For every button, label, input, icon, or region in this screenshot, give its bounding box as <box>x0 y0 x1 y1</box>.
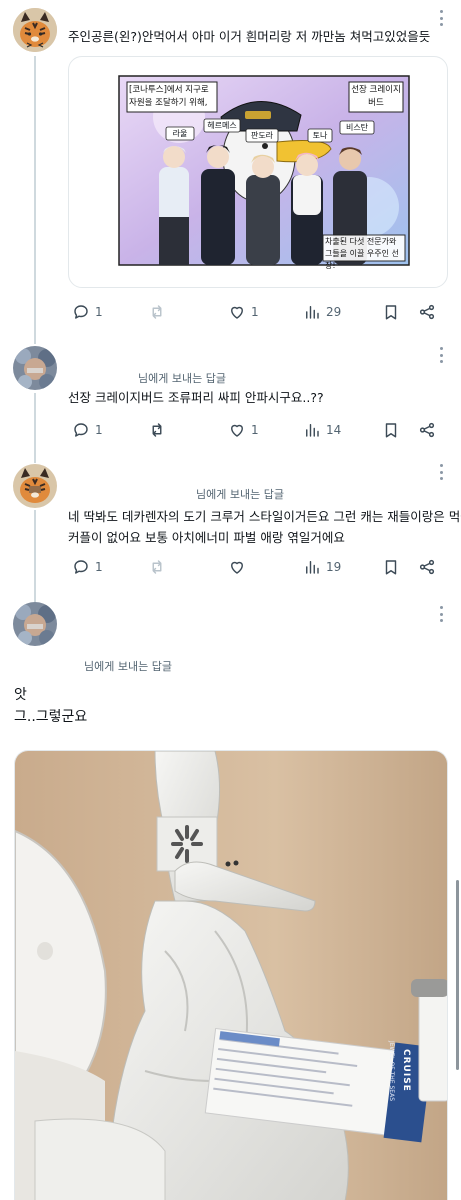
thread-line-1 <box>34 56 36 344</box>
tweet-actions: 1 19 <box>68 557 447 577</box>
reply-button[interactable]: 1 <box>72 302 103 322</box>
tweet-actions: 1 1 29 <box>68 302 447 322</box>
retweet-button[interactable] <box>148 302 166 322</box>
like-icon <box>231 306 243 319</box>
comic-caption-top: [코나투스]에서 지구로 자원을 조달하기 위해, <box>129 85 209 108</box>
brochure-title: CRUISE <box>401 1049 411 1092</box>
reply-count: 1 <box>95 560 103 574</box>
comic-name-0: 라울 <box>172 129 188 138</box>
views-icon <box>306 561 319 574</box>
like-count: 1 <box>251 305 259 319</box>
views-button[interactable]: 14 <box>303 420 341 440</box>
like-button[interactable]: 1 <box>228 420 259 440</box>
share-icon <box>419 559 435 575</box>
avatar-blurred[interactable] <box>13 602 57 646</box>
thread-line-3 <box>34 510 36 602</box>
views-count: 19 <box>326 560 342 574</box>
tweet-text-line-2: 커플이 없어요 보통 아치에너미 파벌 애랑 엮일거에요 <box>68 530 345 545</box>
bookmark-button[interactable] <box>382 302 400 322</box>
replying-to-label[interactable]: 님에게 보내는 답글 <box>84 658 172 674</box>
brochure-subtitle: JEWEL OF THE SEAS <box>388 1041 395 1102</box>
reply-count: 1 <box>95 305 103 319</box>
retweet-icon <box>152 560 162 574</box>
comic-caption-bottom: 차출된 다섯 전문가와 그들을 이끌 우주인 선장! <box>325 237 399 270</box>
share-icon <box>419 422 435 438</box>
bookmark-button[interactable] <box>382 420 400 440</box>
tiger-avatar-icon <box>13 464 57 508</box>
towel-photo[interactable]: CRUISE JEWEL OF THE SEAS <box>14 750 448 1200</box>
tweet-text: 주인공른(왼?)안먹어서 아마 이거 흰머리랑 저 까만놈 쳐먹고있었을듯 <box>68 29 431 44</box>
share-button[interactable] <box>418 557 436 577</box>
share-button[interactable] <box>418 420 436 440</box>
tweet-text: 선장 크레이지버드 조류퍼리 싸피 안파시구요..?? <box>68 390 324 405</box>
tweet-text-line-2: 그..그렇군요 <box>14 709 88 725</box>
replying-to-label[interactable]: 님에게 보내는 답글 <box>196 486 284 502</box>
more-icon[interactable] <box>439 464 443 480</box>
tweet-text-line-1: 네 딱봐도 데카렌자의 도기 크루거 스타일이거든요 그런 캐는 재들이랑은 먹… <box>68 509 461 524</box>
comic-name-4: 비스탄 <box>345 123 369 132</box>
more-icon[interactable] <box>439 606 443 622</box>
reply-icon <box>74 423 88 437</box>
towel-bird-photo <box>15 751 447 1200</box>
share-button[interactable] <box>418 302 436 322</box>
comic-image-card[interactable]: [코나투스]에서 지구로 자원을 조달하기 위해, 선장 크레이지버드 라울 헤… <box>68 56 448 288</box>
like-button[interactable]: 1 <box>228 302 259 322</box>
like-icon <box>231 424 243 437</box>
scrollbar-thumb[interactable] <box>456 880 459 1070</box>
views-button[interactable]: 29 <box>303 302 341 322</box>
like-button[interactable] <box>228 557 246 577</box>
like-count: 1 <box>251 423 259 437</box>
retweet-icon <box>152 423 162 437</box>
bookmark-icon <box>385 423 397 438</box>
retweet-button[interactable] <box>148 557 166 577</box>
bookmark-icon <box>385 560 397 575</box>
comic-name-2: 판도라 <box>250 131 274 140</box>
more-icon[interactable] <box>439 10 443 26</box>
bookmark-button[interactable] <box>382 557 400 577</box>
blurred-avatar-icon <box>13 346 57 390</box>
comic-name-1: 헤르메스 <box>207 121 237 130</box>
thread-line-2 <box>34 393 36 463</box>
tweet-text-line-1: 앗 <box>14 687 27 703</box>
views-icon <box>306 306 319 319</box>
avatar-blurred[interactable] <box>13 346 57 390</box>
comic-captain-label: 선장 크레이지버드 <box>351 85 401 108</box>
comic-name-3: 토나 <box>312 131 328 140</box>
reply-button[interactable]: 1 <box>72 557 103 577</box>
tiger-avatar-icon <box>13 8 57 52</box>
share-icon <box>419 304 435 320</box>
reply-button[interactable]: 1 <box>72 420 103 440</box>
more-icon[interactable] <box>439 347 443 363</box>
avatar-tiger[interactable] <box>13 464 57 508</box>
reply-icon <box>74 560 88 574</box>
tweet-actions: 1 1 14 <box>68 420 447 440</box>
views-count: 14 <box>326 423 342 437</box>
retweet-icon <box>152 305 162 319</box>
like-icon <box>231 561 243 574</box>
avatar-tiger[interactable] <box>13 8 57 52</box>
retweet-button[interactable] <box>148 420 166 440</box>
replying-to-label[interactable]: 님에게 보내는 답글 <box>138 370 226 386</box>
reply-icon <box>74 305 88 319</box>
views-button[interactable]: 19 <box>303 557 341 577</box>
blurred-avatar-icon <box>13 602 57 646</box>
reply-count: 1 <box>95 423 103 437</box>
views-count: 29 <box>326 305 342 319</box>
bookmark-icon <box>385 305 397 320</box>
views-icon <box>306 424 319 437</box>
